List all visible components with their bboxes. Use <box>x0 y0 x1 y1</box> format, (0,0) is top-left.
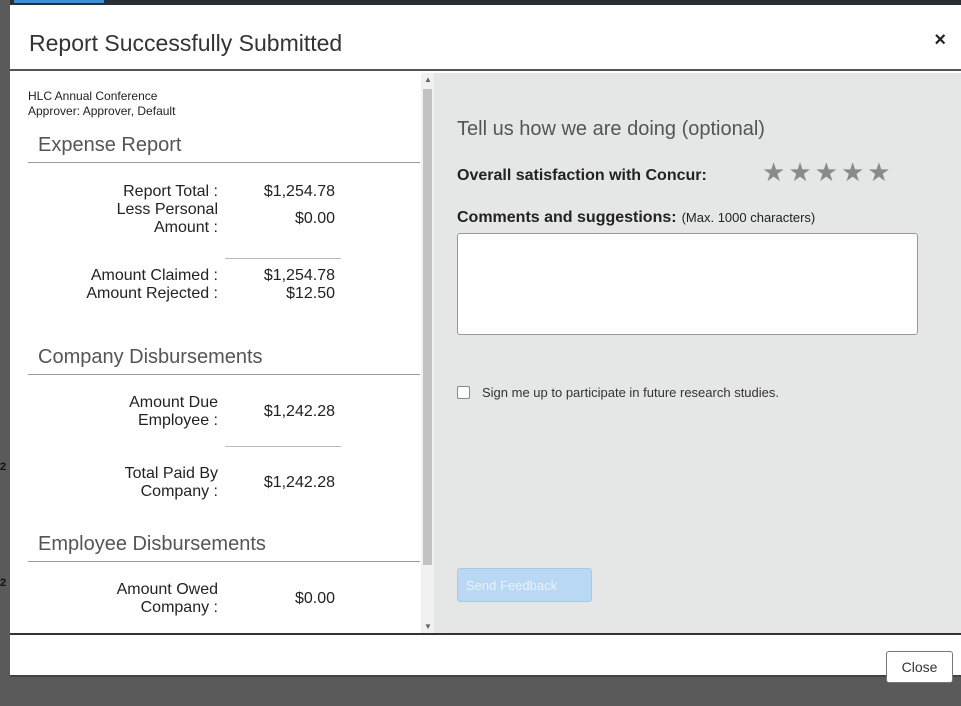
total-paid-label-line2: Company : <box>140 483 218 500</box>
comments-hint: (Max. 1000 characters) <box>681 210 816 225</box>
background-text-fragment: 2 <box>0 461 7 473</box>
summary-scrollbar[interactable]: ▲ ▼ <box>421 73 434 633</box>
amount-owed-label-line1: Amount Owed <box>116 581 218 598</box>
amount-claimed-label: Amount Claimed : <box>90 267 218 284</box>
report-total-label: Report Total : <box>123 183 218 200</box>
approver-text: Approver: Approver, Default <box>28 104 176 118</box>
section-divider <box>28 162 420 163</box>
star-rating[interactable]: ★ ★ ★ ★ ★ <box>762 159 891 185</box>
dialog-title: Report Successfully Submitted <box>29 30 343 56</box>
report-total-value: $1,254.78 <box>263 183 335 200</box>
dialog-header: Report Successfully Submitted × <box>10 5 961 71</box>
subtotal-divider <box>225 446 341 447</box>
footer-divider <box>10 633 961 635</box>
amount-owed-value: $0.00 <box>294 590 335 607</box>
star-icon[interactable]: ★ <box>841 159 864 185</box>
comments-textarea[interactable] <box>457 233 918 335</box>
feedback-panel: Tell us how we are doing (optional) Over… <box>434 73 961 633</box>
less-personal-label-line2: Amount : <box>153 219 218 236</box>
background-accent-tab <box>14 0 104 3</box>
section-title-company-disbursements: Company Disbursements <box>38 346 263 368</box>
scroll-down-arrow-icon[interactable]: ▼ <box>424 622 432 631</box>
scroll-up-arrow-icon[interactable]: ▲ <box>424 75 432 84</box>
amount-rejected-value: $12.50 <box>286 285 335 302</box>
subtotal-divider <box>225 258 341 259</box>
report-submitted-dialog: Report Successfully Submitted × HLC Annu… <box>10 5 961 683</box>
section-title-expense-report: Expense Report <box>38 134 182 156</box>
amount-claimed-value: $1,254.78 <box>263 267 335 284</box>
less-personal-value: $0.00 <box>294 210 335 227</box>
star-icon[interactable]: ★ <box>867 159 890 185</box>
section-divider <box>28 374 420 375</box>
comments-label: Comments and suggestions: (Max. 1000 char… <box>457 209 815 227</box>
less-personal-label-line1: Less Personal <box>116 201 218 218</box>
background-text-fragment: 2 <box>0 577 7 589</box>
section-title-employee-disbursements: Employee Disbursements <box>38 533 266 555</box>
scrollbar-thumb[interactable] <box>423 89 432 565</box>
report-name: HLC Annual Conference <box>28 89 158 103</box>
close-button[interactable]: Close <box>886 651 953 683</box>
amount-due-label-line1: Amount Due <box>129 394 218 411</box>
feedback-heading: Tell us how we are doing (optional) <box>457 118 765 140</box>
total-paid-label-line1: Total Paid By <box>124 465 218 482</box>
amount-rejected-label: Amount Rejected : <box>86 285 218 302</box>
amount-due-label-line2: Employee : <box>137 412 218 429</box>
send-feedback-button[interactable]: Send Feedback <box>457 568 592 602</box>
report-summary-panel: HLC Annual Conference Approver: Approver… <box>10 73 420 633</box>
amount-owed-label-line2: Company : <box>140 599 218 616</box>
background-overlay-bottom <box>10 677 961 706</box>
comments-label-text: Comments and suggestions: <box>457 209 677 226</box>
close-icon[interactable]: × <box>934 29 946 52</box>
research-signup-row[interactable]: Sign me up to participate in future rese… <box>457 385 779 400</box>
research-signup-checkbox[interactable] <box>457 386 470 399</box>
total-paid-value: $1,242.28 <box>263 474 335 491</box>
background-page-edge: 2 2 <box>0 0 10 706</box>
star-icon[interactable]: ★ <box>788 159 811 185</box>
satisfaction-label: Overall satisfaction with Concur: <box>457 167 707 184</box>
research-signup-label[interactable]: Sign me up to participate in future rese… <box>482 385 779 400</box>
amount-due-value: $1,242.28 <box>263 403 335 420</box>
section-divider <box>28 561 420 562</box>
star-icon[interactable]: ★ <box>815 159 838 185</box>
star-icon[interactable]: ★ <box>762 159 785 185</box>
